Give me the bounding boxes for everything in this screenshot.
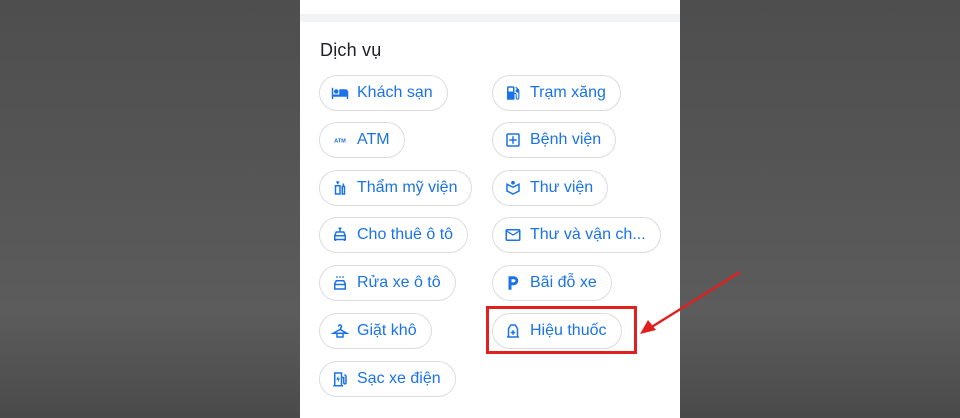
service-chip-label: ATM — [357, 131, 390, 148]
service-chip-label: Thư và vận ch... — [530, 226, 646, 243]
service-chip-mail[interactable]: Thư và vận ch... — [492, 217, 661, 253]
services-panel: Dịch vụ Khách sạn Trạm xăng ATM ATM Bệnh… — [300, 0, 680, 418]
car-wash-icon — [331, 274, 349, 292]
service-chip-dry-cleaning[interactable]: Giặt khô — [319, 313, 432, 349]
service-chip-label: Bãi đỗ xe — [530, 274, 597, 291]
service-chip-car-wash[interactable]: Rửa xe ô tô — [319, 265, 456, 301]
service-chip-gas-station[interactable]: Trạm xăng — [492, 75, 621, 111]
service-chip-label: Thẩm mỹ viện — [357, 179, 458, 196]
service-chip-label: Thư viện — [530, 179, 594, 196]
section-title: Dịch vụ — [320, 40, 382, 60]
car-rental-icon — [331, 226, 349, 244]
gas-station-icon — [504, 84, 522, 102]
service-chip-parking[interactable]: Bãi đỗ xe — [492, 265, 612, 301]
library-icon — [504, 179, 522, 197]
mail-icon — [504, 226, 522, 244]
hospital-cross-icon — [504, 131, 522, 149]
parking-icon — [504, 274, 522, 292]
service-chip-hotel[interactable]: Khách sạn — [319, 75, 448, 111]
pharmacy-highlight-box — [486, 306, 637, 354]
atm-icon: ATM — [331, 131, 349, 149]
service-chip-label: Khách sạn — [357, 84, 433, 101]
service-chip-label: Rửa xe ô tô — [357, 274, 441, 291]
background-right — [680, 0, 960, 418]
service-chip-hospital[interactable]: Bệnh viện — [492, 122, 617, 158]
service-chip-library[interactable]: Thư viện — [492, 170, 609, 206]
service-chip-label: Sạc xe điện — [357, 370, 441, 387]
service-chip-label: Cho thuê ô tô — [357, 226, 454, 243]
service-chip-label: Bệnh viện — [530, 131, 602, 148]
ev-charging-icon — [331, 370, 349, 388]
service-chip-atm[interactable]: ATM ATM — [319, 122, 405, 158]
background-left — [0, 0, 300, 418]
service-chip-label: Giặt khô — [357, 322, 417, 339]
panel-top — [300, 0, 680, 14]
service-chip-beauty-salon[interactable]: Thẩm mỹ viện — [319, 170, 473, 206]
annotation-arrow-icon — [640, 270, 741, 334]
beauty-salon-icon — [331, 179, 349, 197]
service-chip-car-rental[interactable]: Cho thuê ô tô — [319, 217, 469, 253]
svg-text:ATM: ATM — [334, 138, 346, 144]
dry-cleaning-icon — [331, 322, 349, 340]
service-chip-ev-charging[interactable]: Sạc xe điện — [319, 361, 456, 397]
section-divider — [300, 14, 680, 22]
service-chip-label: Trạm xăng — [530, 84, 606, 101]
hotel-bed-icon — [331, 84, 349, 102]
